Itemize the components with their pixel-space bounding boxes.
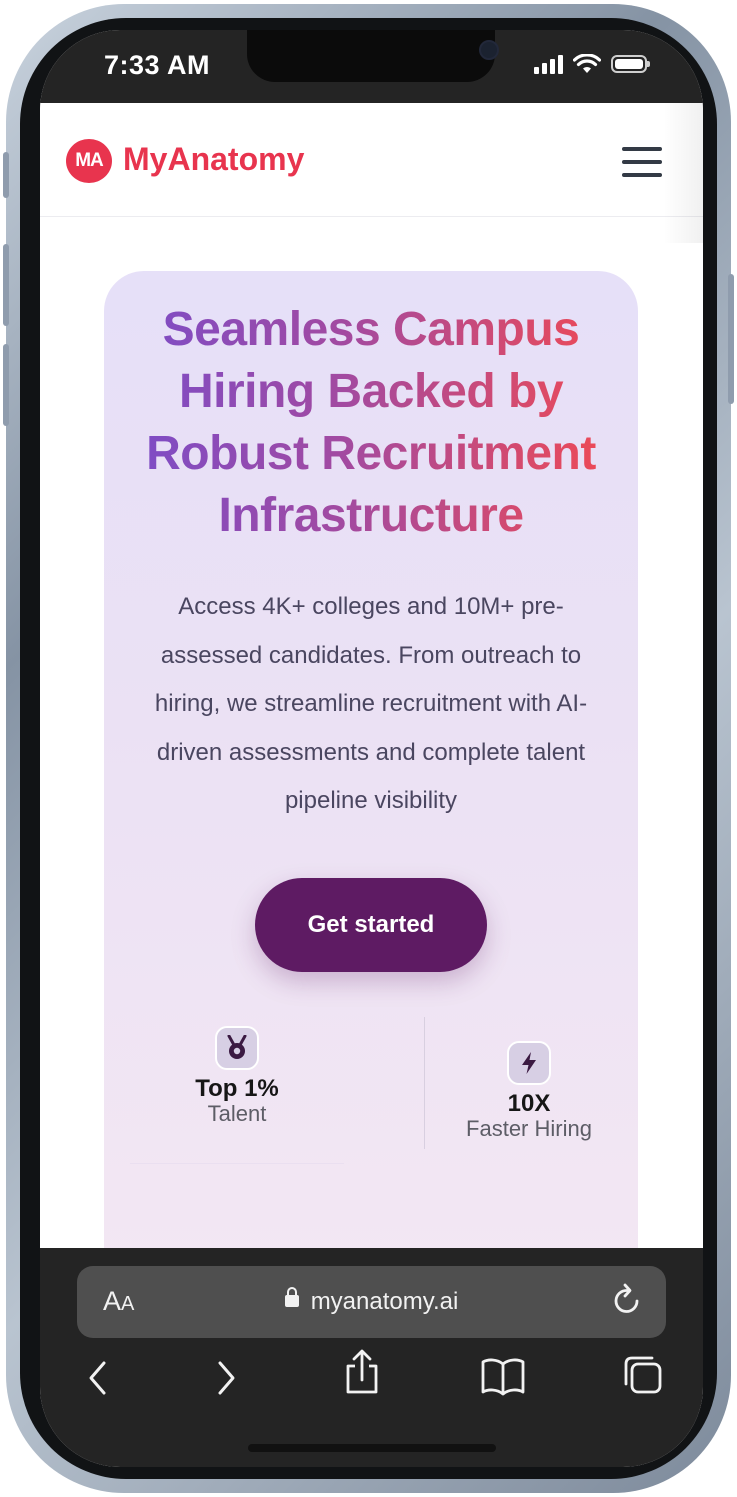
stat-label: Talent [207,1101,267,1126]
header-edge-shadow [663,103,703,243]
back-icon[interactable] [86,1358,110,1398]
address-bar[interactable]: AA myanatomy.ai [77,1266,666,1338]
site-header: MA MyAnatomy [40,103,703,217]
status-bar: 7:33 AM [40,30,703,103]
medal-icon [215,1026,259,1070]
forward-icon[interactable] [214,1358,238,1398]
stat-value: Top 1% [195,1075,279,1102]
url-display[interactable]: myanatomy.ai [77,1286,666,1316]
hero-card: Seamless Campus Hiring Backed by Robust … [104,271,638,1271]
home-indicator[interactable] [248,1444,496,1452]
stat-label: Faster Hiring [466,1116,592,1141]
stat-faster-hiring: 10X Faster Hiring [454,1041,604,1141]
hero-description: Access 4K+ colleges and 10M+ pre-assesse… [154,593,588,814]
volume-down-button [3,344,9,426]
stat-underline [130,1163,344,1164]
brand-name[interactable]: MyAnatomy [123,141,304,178]
url-text: myanatomy.ai [310,1288,459,1315]
wifi-icon [573,54,601,73]
tabs-icon[interactable] [622,1354,664,1396]
screen: 7:33 AM MA MyAnatomy Seamless Campus Hir… [40,30,703,1467]
reload-icon[interactable] [610,1280,644,1320]
stat-divider [424,1017,425,1149]
stat-top-talent: Top 1% Talent [172,1026,302,1126]
share-icon[interactable] [342,1348,382,1396]
cellular-signal-icon [534,54,563,74]
battery-icon [611,55,650,73]
stat-value: 10X [507,1090,551,1117]
get-started-button[interactable]: Get started [255,878,487,972]
status-time: 7:33 AM [104,50,211,80]
lightning-icon [507,1041,551,1085]
bookmarks-icon[interactable] [480,1356,526,1396]
power-button [728,274,734,404]
browser-bar: AA myanatomy.ai [40,1248,703,1467]
front-camera [479,40,499,60]
menu-icon[interactable] [622,147,662,177]
notch [247,30,499,82]
volume-up-button [3,244,9,326]
silent-switch [3,152,9,198]
status-icons [534,52,650,76]
hero-title: Seamless Campus Hiring Backed by Robust … [124,299,618,547]
lock-icon [284,1286,299,1307]
logo-mark[interactable]: MA [66,139,112,183]
